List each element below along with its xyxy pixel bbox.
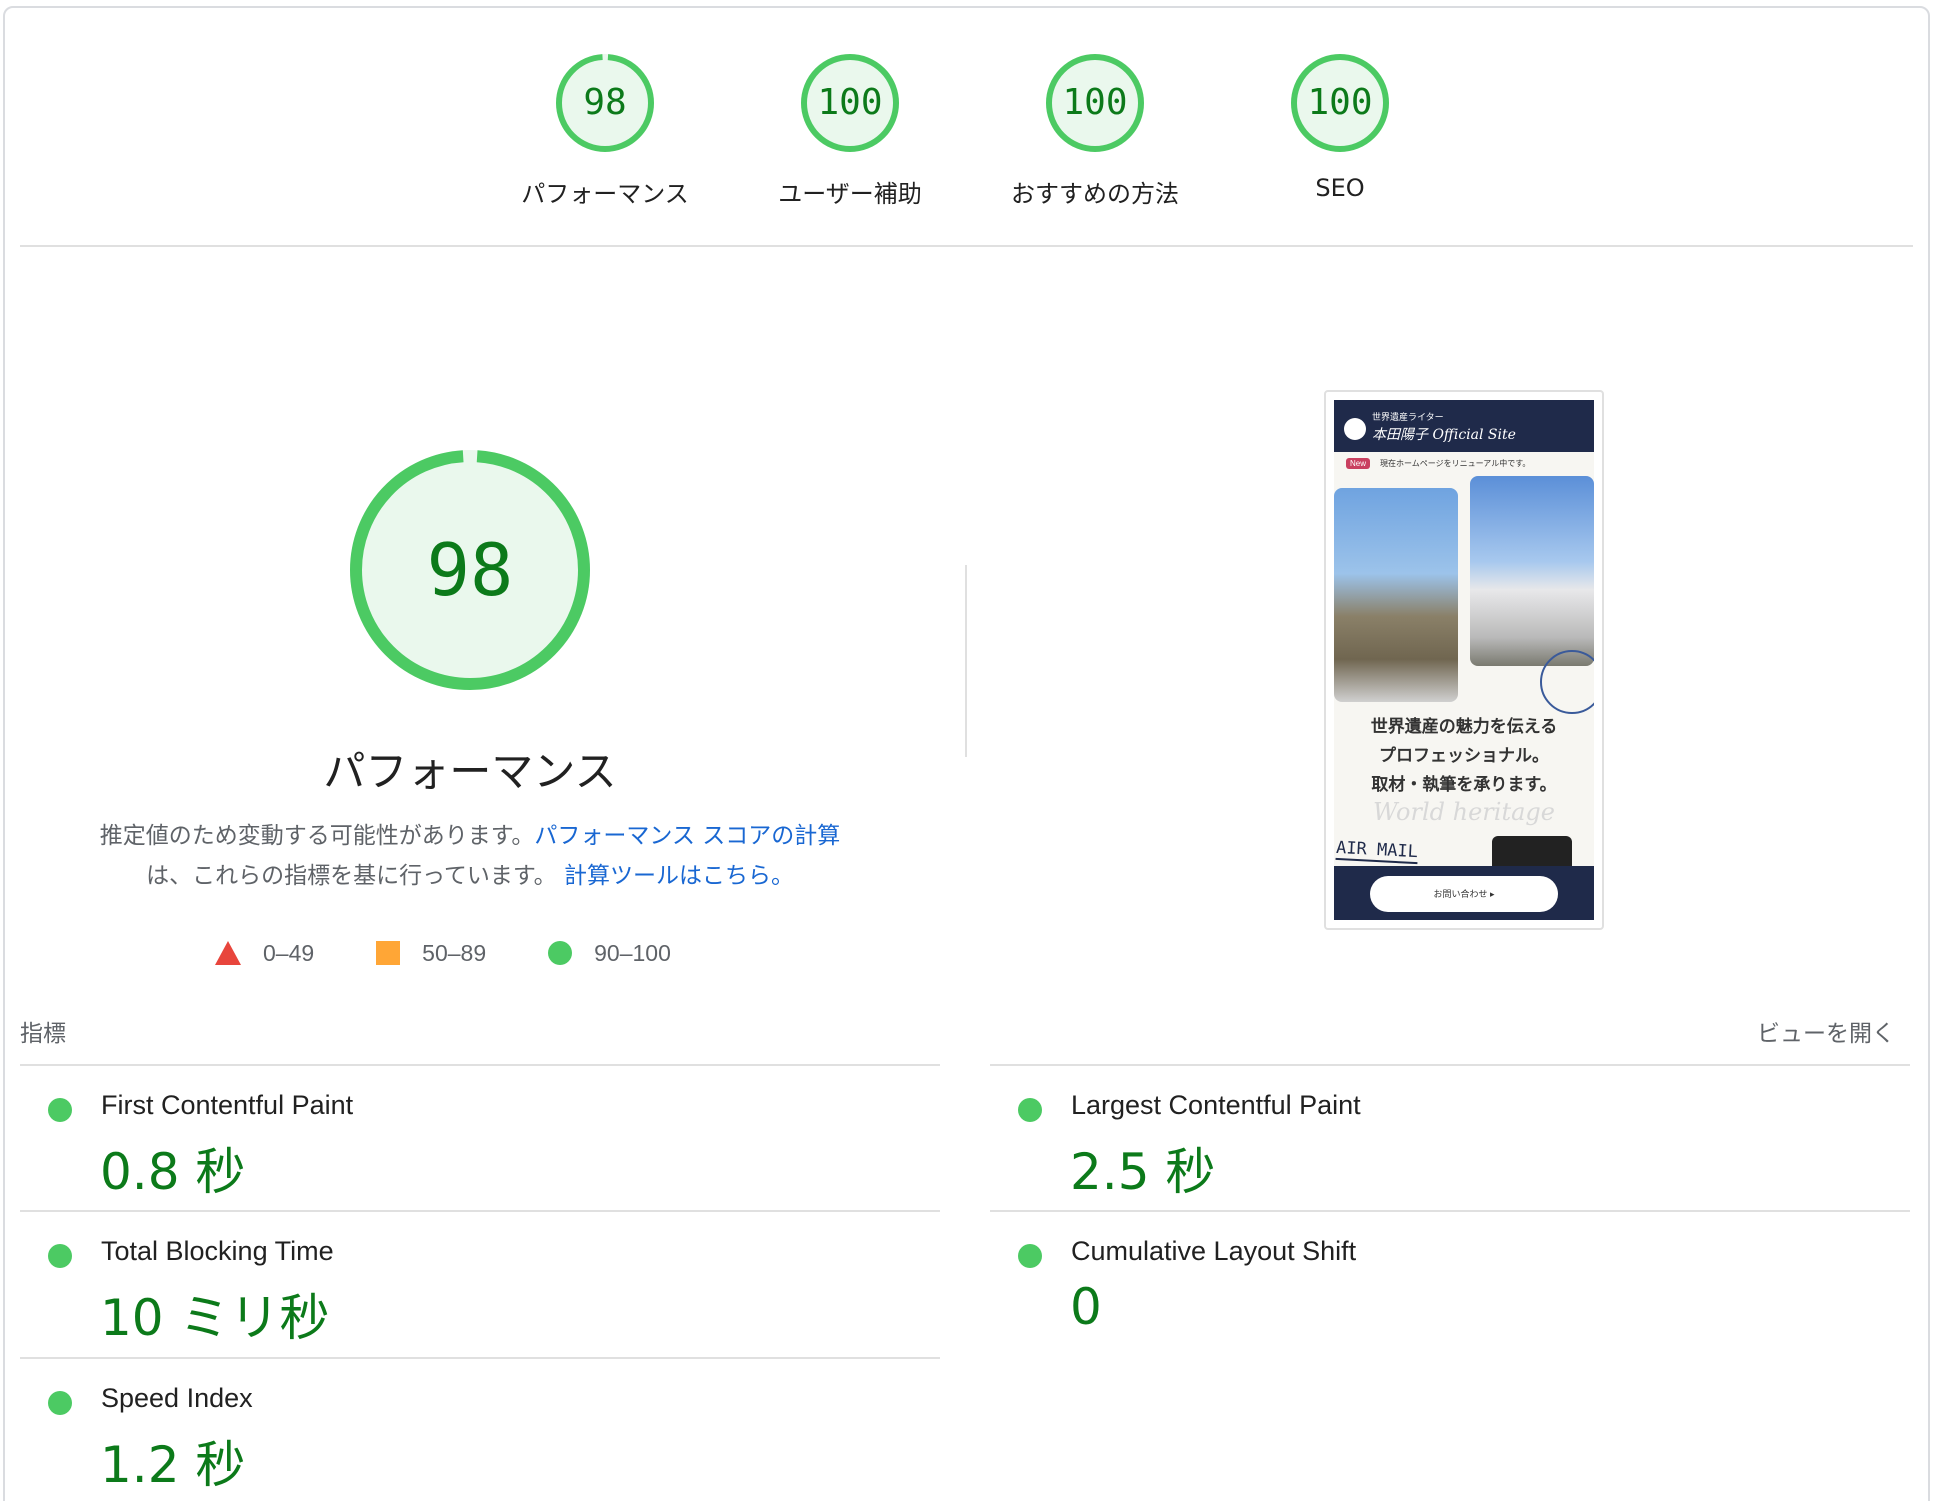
metric-value: 0.8 秒 [100, 1143, 246, 1201]
metric-value: 1.2 秒 [100, 1436, 246, 1494]
metric-name: First Contentful Paint [101, 1090, 354, 1120]
score-legend: 0–49 50–89 90–100 [215, 938, 733, 968]
pass-circle-icon [1018, 1098, 1042, 1122]
metric-value: 0 [1070, 1278, 1102, 1336]
performance-main-score: 98 [426, 528, 514, 612]
legend-average: 50–89 [376, 940, 486, 967]
metric-value: 2.5 秒 [1070, 1143, 1216, 1201]
site-tagline: 世界遺産の魅力を伝える プロフェッショナル。 取材・執筆を承ります。 [1334, 712, 1594, 799]
performance-description: 推定値のため変動する可能性があります。パフォーマンス スコアの計算 は、これらの… [60, 816, 880, 896]
script-watermark: World heritage [1373, 798, 1555, 826]
gauge-performance[interactable]: 98 パフォーマンス [505, 52, 705, 209]
desc-text-1: 推定値のため変動する可能性があります。 [99, 823, 535, 849]
legend-average-label: 50–89 [422, 939, 487, 966]
tagline-line-1: 世界遺産の魅力を伝える [1370, 717, 1558, 736]
gauge-label: おすすめの方法 [1011, 180, 1179, 208]
legend-pass: 90–100 [548, 940, 671, 967]
gauge-accessibility[interactable]: 100 ユーザー補助 [750, 52, 950, 209]
gauge-label: SEO [1315, 174, 1365, 202]
metrics-divider [990, 1064, 1910, 1066]
gauge-score: 100 [1062, 82, 1128, 123]
postmark-stamp-icon [1540, 650, 1594, 714]
header-divider [20, 245, 1913, 247]
performance-title: パフォーマンス [323, 747, 617, 796]
metrics-divider [990, 1210, 1910, 1212]
mont-saint-michel-image [1334, 488, 1458, 702]
site-title: 本田陽子 Official Site [1372, 427, 1516, 443]
pass-circle-icon [48, 1098, 72, 1122]
tagline-line-3: 取材・執筆を承ります。 [1371, 775, 1557, 794]
average-square-icon [376, 941, 401, 965]
metrics-divider [20, 1064, 940, 1066]
gauge-label: ユーザー補助 [778, 180, 922, 208]
site-logo-icon [1344, 418, 1366, 440]
site-subtitle: 世界遺産ライター [1372, 412, 1444, 422]
gauge-label: パフォーマンス [521, 180, 689, 208]
score-calc-link[interactable]: パフォーマンス スコアの計算 [534, 823, 840, 849]
airmail-label: AIR MAIL [1335, 837, 1419, 865]
himeji-castle-image [1470, 476, 1594, 666]
pass-circle-icon [548, 941, 573, 965]
legend-fail-label: 0–49 [263, 939, 315, 966]
legend-pass-label: 90–100 [594, 939, 671, 966]
expand-view-toggle[interactable]: ビューを開く [1757, 1014, 1895, 1048]
news-text: 現在ホームページをリニューアル中です。 [1380, 459, 1531, 468]
screenshot-content: 世界遺産ライター 本田陽子 Official Site New 現在ホームページ… [1334, 400, 1594, 920]
vertical-divider [965, 565, 967, 757]
calculator-link[interactable]: 計算ツールはこちら。 [564, 863, 794, 889]
pass-circle-icon [1018, 1244, 1042, 1268]
gauge-best-practices[interactable]: 100 おすすめの方法 [995, 52, 1195, 209]
metrics-divider [20, 1357, 940, 1359]
metric-name: Cumulative Layout Shift [1071, 1236, 1357, 1266]
metric-name: Speed Index [101, 1383, 253, 1413]
tagline-line-2: プロフェッショナル。 [1379, 746, 1549, 765]
metrics-divider [20, 1210, 940, 1212]
metric-value: 10 ミリ秒 [100, 1289, 330, 1347]
gauge-score: 100 [817, 82, 883, 123]
gauge-score: 98 [583, 82, 627, 123]
metric-name: Total Blocking Time [101, 1236, 334, 1266]
fail-triangle-icon [215, 941, 241, 965]
pass-circle-icon [48, 1391, 72, 1415]
metrics-heading: 指標 [20, 1020, 66, 1046]
desc-text-2: は、これらの指標を基に行っています。 [146, 863, 557, 889]
gauge-score: 100 [1307, 82, 1373, 123]
site-header: 世界遺産ライター 本田陽子 Official Site [1334, 400, 1594, 452]
gauge-seo[interactable]: 100 SEO [1240, 52, 1440, 202]
category-gauges: 98 パフォーマンス 100 ユーザー補助 100 おすすめの方法 100 SE… [0, 52, 1933, 212]
metric-name: Largest Contentful Paint [1071, 1090, 1361, 1120]
legend-fail: 0–49 [215, 940, 314, 967]
contact-button: お問い合わせ ▸ [1370, 876, 1558, 912]
final-screenshot[interactable]: 世界遺産ライター 本田陽子 Official Site New 現在ホームページ… [1324, 390, 1604, 930]
pass-circle-icon [48, 1244, 72, 1268]
new-badge: New [1346, 458, 1371, 469]
